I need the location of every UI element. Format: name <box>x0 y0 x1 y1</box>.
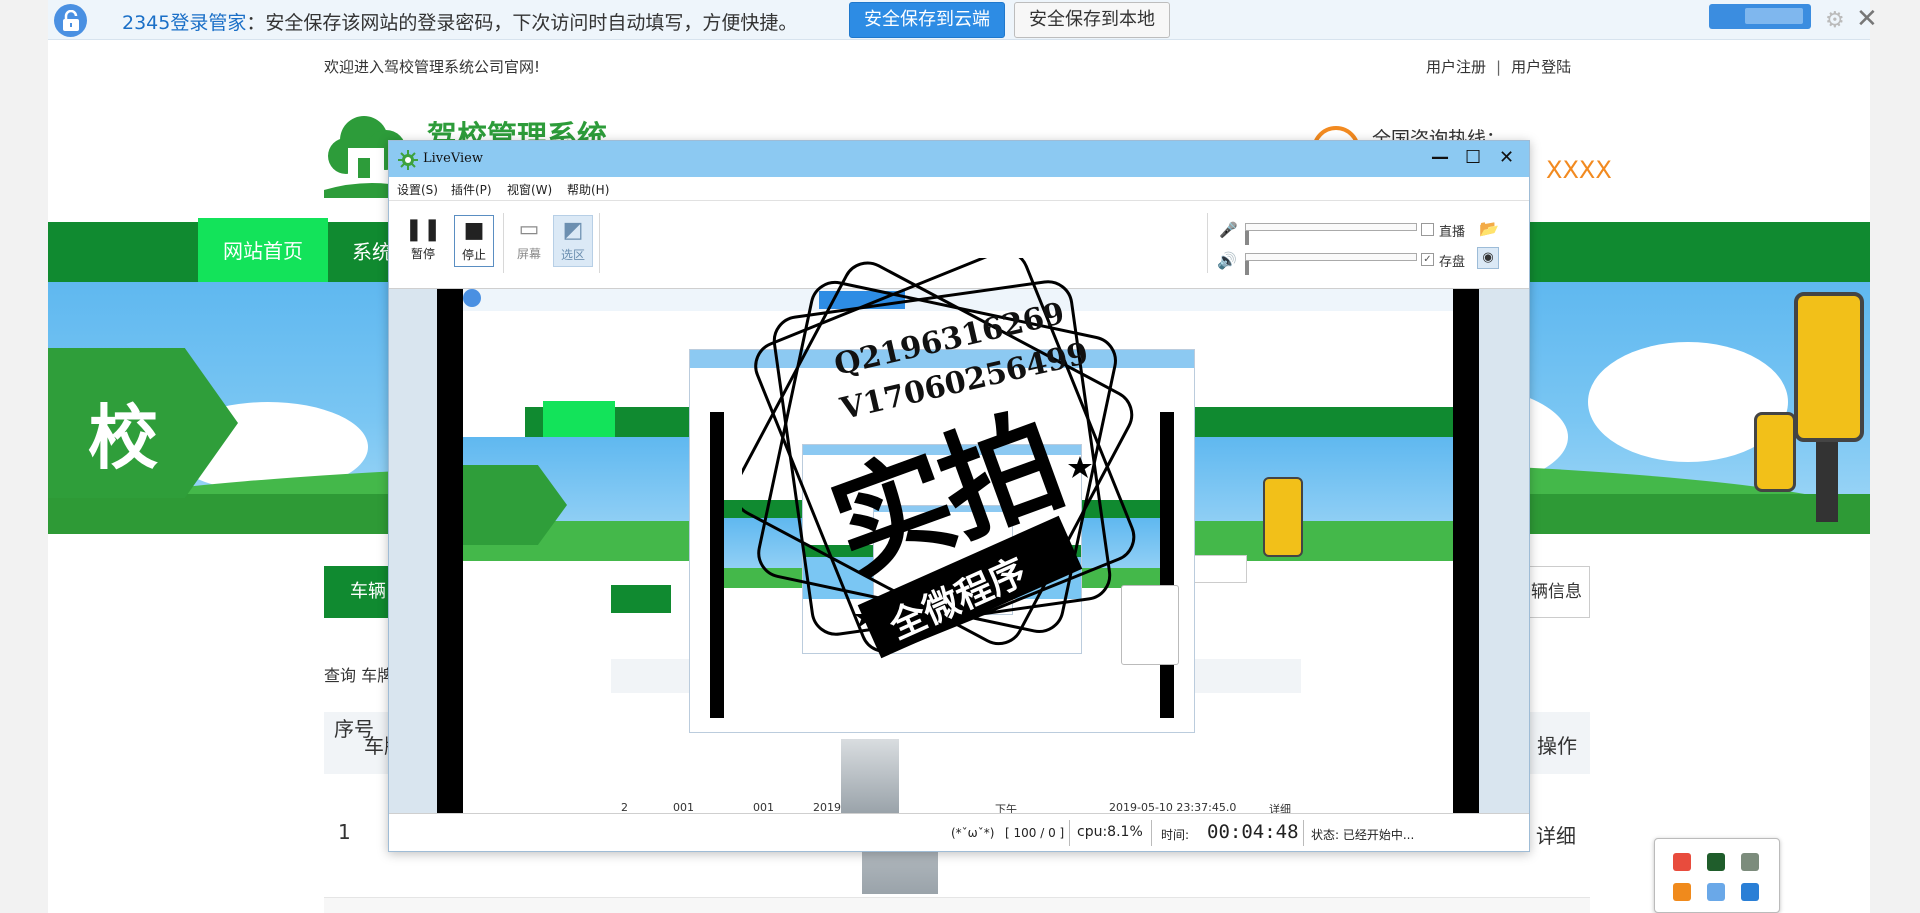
signpost-icon <box>1754 292 1870 522</box>
menu-settings[interactable]: 设置(S) <box>397 181 438 198</box>
preview-tray-popup <box>1121 585 1179 665</box>
liveview-statusbar: (*ˇωˇ*) [ 100 / 0 ] cpu:8.1% 时间: 00:04:4… <box>389 813 1529 851</box>
status-frames: [ 100 / 0 ] <box>1005 826 1065 840</box>
region-button[interactable]: ◩ 选区 <box>553 215 593 267</box>
speaker-icon: 🔊 <box>1217 251 1237 270</box>
password-manager-bar: 2345登录管家：安全保存该网站的登录密码，下次访问时自动填写，方便快捷。 安全… <box>48 0 1878 40</box>
menu-window[interactable]: 视窗(W) <box>507 181 552 198</box>
welcome-text: 欢迎进入驾校管理系统公司官网! <box>324 58 541 76</box>
table-row <box>324 898 1590 913</box>
liveview-title: LiveView <box>423 151 483 166</box>
cloud-account-badge[interactable] <box>1709 4 1811 29</box>
status-face: (*ˇωˇ*) <box>951 826 995 840</box>
status-time-label: 时间: <box>1161 828 1190 842</box>
liveview-window: LiveView — ☐ ✕ 设置(S) 插件(P) 视窗(W) 帮助(H) ❚… <box>388 140 1530 852</box>
mic-volume-slider[interactable] <box>1245 223 1417 231</box>
preview-row-datetime: 2019-05-10 23:37:45.0 <box>1109 801 1237 813</box>
col-action-header: 操作 <box>1537 734 1577 758</box>
save-label: 存盘 <box>1439 255 1466 270</box>
app-icon[interactable] <box>1707 853 1725 871</box>
menu-help[interactable]: 帮助(H) <box>567 181 609 198</box>
eye-icon[interactable]: ◉ <box>1477 247 1499 269</box>
menu-plugins[interactable]: 插件(P) <box>451 181 492 198</box>
live-label: 直播 <box>1439 225 1466 240</box>
mic-slider-thumb[interactable] <box>1245 231 1249 245</box>
query-label: 查询 车牌 <box>324 666 394 685</box>
preview-row-time: 下午 <box>995 803 1017 813</box>
app-icon[interactable] <box>1707 883 1725 901</box>
user-links: 用户注册 | 用户登陆 <box>1426 58 1572 76</box>
password-manager-text: ：安全保存该网站的登录密码，下次访问时自动填写，方便快捷。 <box>246 12 798 34</box>
stop-button[interactable]: ■ 停止 <box>454 215 494 267</box>
save-to-cloud-button[interactable]: 安全保存到云端 <box>849 2 1005 38</box>
hotline-number: XXXX <box>1546 156 1612 184</box>
app-icon[interactable] <box>1741 853 1759 871</box>
save-to-local-button[interactable]: 安全保存到本地 <box>1014 2 1170 38</box>
password-manager-message: 2345登录管家：安全保存该网站的登录密码，下次访问时自动填写，方便快捷。 <box>122 8 797 35</box>
gear-icon[interactable]: ⚙ <box>1825 8 1845 33</box>
screen-button[interactable]: ▭ 屏幕 <box>509 215 549 267</box>
preview-page: 2 001 001 2019-05-10 下午 2019-05-10 23:37… <box>463 289 1453 813</box>
left-margin <box>0 0 48 913</box>
speaker-volume-slider[interactable] <box>1245 253 1417 261</box>
pause-button[interactable]: ❚❚ 暂停 <box>403 215 443 267</box>
close-icon[interactable]: ✕ <box>1856 4 1878 34</box>
liveview-toolbar: ❚❚ 暂停 ■ 停止 ▭ 屏幕 ◩ 选区 🎤 直播 📂 🔊 ✓ 存盘 ◉ <box>389 201 1529 289</box>
pause-icon: ❚❚ <box>404 217 442 242</box>
login-link[interactable]: 用户登陆 <box>1511 58 1571 76</box>
preview-row-code: 001 <box>753 801 774 813</box>
liveview-titlebar[interactable]: LiveView — ☐ ✕ <box>389 141 1529 177</box>
liveview-app-icon <box>398 150 418 170</box>
monitor-icon: ▭ <box>518 217 540 242</box>
save-checkbox[interactable]: ✓ <box>1421 253 1434 266</box>
app-icon[interactable] <box>1673 853 1691 871</box>
folder-icon[interactable]: 📂 <box>1479 219 1499 238</box>
liveview-menubar: 设置(S) 插件(P) 视窗(W) 帮助(H) <box>389 177 1529 201</box>
status-time-value: 00:04:48 <box>1207 821 1299 843</box>
password-manager-brand: 2345登录管家 <box>122 12 247 34</box>
app-icon[interactable] <box>1741 883 1759 901</box>
speaker-slider-thumb[interactable] <box>1245 261 1249 275</box>
nested-liveview-preview <box>689 349 1195 733</box>
right-margin <box>1870 0 1920 913</box>
lock-icon[interactable] <box>54 4 87 37</box>
preview-row-action: 详细 <box>1269 803 1291 813</box>
maximize-button[interactable]: ☐ <box>1465 147 1481 168</box>
preview-row-index: 2 <box>621 801 628 813</box>
close-button[interactable]: ✕ <box>1499 147 1514 168</box>
minimize-button[interactable]: — <box>1431 147 1449 168</box>
app-icon[interactable] <box>1673 883 1691 901</box>
status-state: 状态: 已经开始中... <box>1311 828 1415 842</box>
capture-preview: 2 001 001 2019-05-10 下午 2019-05-10 23:37… <box>389 289 1529 813</box>
status-cpu: cpu:8.1% <box>1077 824 1143 840</box>
nav-home[interactable]: 网站首页 <box>198 218 328 284</box>
stop-icon: ■ <box>463 218 485 243</box>
register-link[interactable]: 用户注册 <box>1426 58 1486 76</box>
preview-row-plate: 001 <box>673 801 694 813</box>
detail-link[interactable]: 详细 <box>1536 820 1576 849</box>
row-index: 1 <box>338 820 351 844</box>
live-checkbox[interactable] <box>1421 223 1434 236</box>
tray-popup <box>1654 838 1780 913</box>
region-icon: ◩ <box>562 218 584 243</box>
banner-text: 校 <box>88 397 158 479</box>
microphone-icon: 🎤 <box>1219 221 1238 239</box>
nav-system[interactable]: 系统 <box>352 236 392 265</box>
